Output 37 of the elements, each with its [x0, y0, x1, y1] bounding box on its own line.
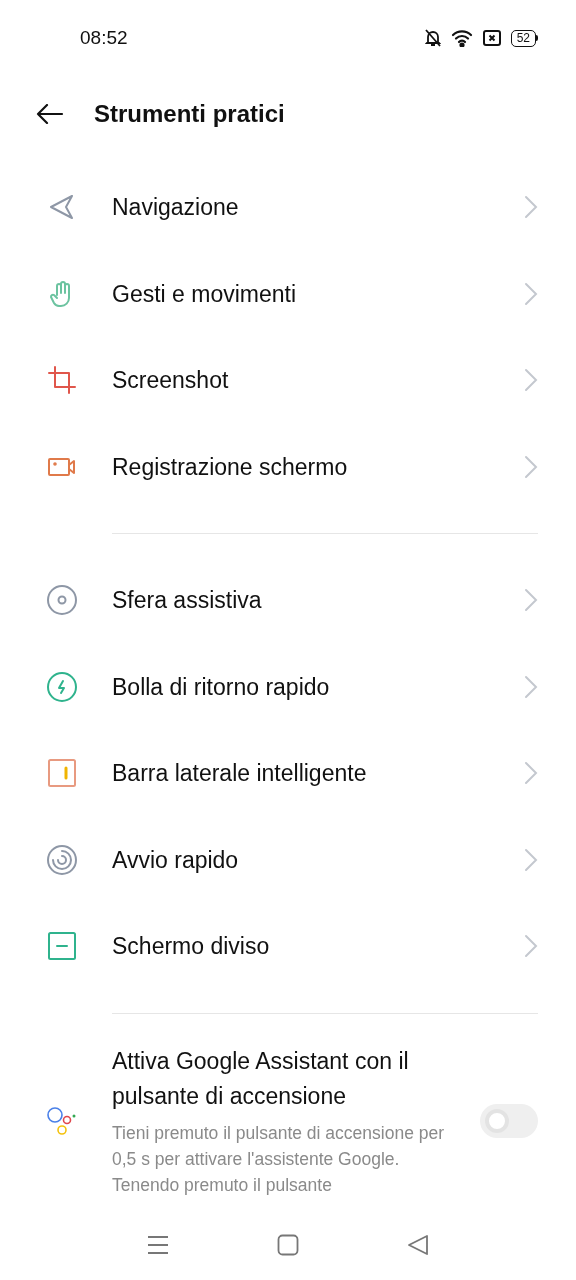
wifi-icon [450, 29, 473, 47]
settings-item[interactable]: Sfera assistiva [0, 557, 576, 644]
home-nav-button[interactable] [277, 1234, 299, 1256]
chevron-right-icon [524, 588, 538, 613]
spiral-icon [46, 843, 78, 876]
settings-item[interactable]: Screenshot [0, 337, 576, 424]
chevron-right-icon [524, 195, 538, 220]
chevron-right-icon [524, 368, 538, 393]
crop-icon [46, 364, 78, 397]
settings-item[interactable]: Schermo diviso [0, 903, 576, 990]
setting-description: Tieni premuto il pulsante di accensione per 0,5 s per attivare l'assistente Google. Tenendo premuto il pulsante [112, 1121, 446, 1197]
circle-dot-icon [46, 584, 78, 617]
back-button[interactable] [36, 104, 64, 124]
battery-indicator: 52 [510, 29, 538, 47]
toggle-switch[interactable] [480, 1103, 538, 1138]
menu-nav-button[interactable] [147, 1235, 169, 1255]
split-screen-icon [46, 930, 78, 963]
chevron-right-icon [524, 674, 538, 699]
chevron-right-icon [524, 934, 538, 959]
settings-item[interactable]: Barra laterale intelligente [0, 730, 576, 817]
status-time: 08:52 [80, 25, 128, 50]
bell-off-icon [424, 29, 441, 47]
setting-title: Attiva Google Assistant con il pulsante di accensione [112, 1046, 410, 1111]
chevron-right-icon [524, 847, 538, 872]
settings-item[interactable]: Gesti e movimenti [0, 250, 576, 337]
settings-item[interactable]: Registrazione schermo [0, 423, 576, 510]
settings-item[interactable]: Avvio rapido [0, 816, 576, 903]
chevron-right-icon [524, 454, 538, 479]
side-bar-icon [46, 757, 78, 790]
settings-item[interactable]: Navigazione [0, 164, 576, 251]
settings-item[interactable]: Bolla di ritorno rapido [0, 643, 576, 730]
chevron-right-icon [524, 761, 538, 786]
chevron-right-icon [524, 281, 538, 306]
back-nav-button[interactable] [407, 1234, 429, 1256]
page-title: Strumenti pratici [94, 99, 285, 129]
lightning-bubble-icon [46, 670, 78, 703]
no-sim-icon [482, 30, 501, 46]
